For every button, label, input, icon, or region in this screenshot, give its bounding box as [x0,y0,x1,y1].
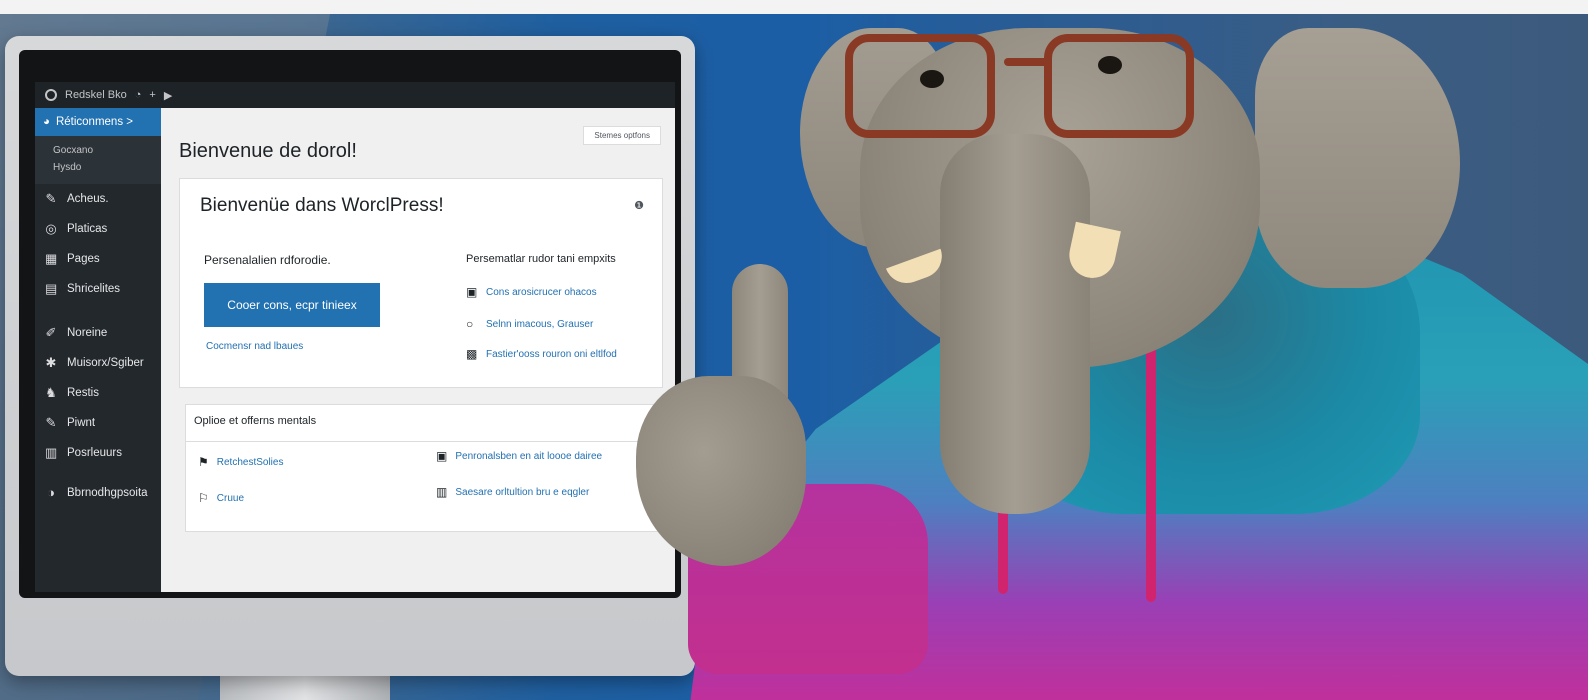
flag-icon: ⚐ [198,491,209,505]
elephant-right-ear [1255,28,1460,288]
divider [186,441,662,442]
link-label: Fastier'ooss rouron oni eltlfod [486,348,617,360]
comment-icon[interactable]: ◔ [135,89,142,101]
welcome-col1-heading: Persenalalien rdforodie. [204,253,331,267]
link-label: Saesare orltultion bru e eqgler [455,486,590,498]
plugins-icon: ✱ [45,355,57,370]
secondary-link[interactable]: ⚐ Cruue [198,491,244,505]
sidebar-item-label: Restis [67,387,99,399]
play-icon[interactable]: ▶ [164,89,172,102]
sidebar-item-label: Muisorx/Sgiber [67,357,144,369]
sidebar-item-settings[interactable]: ▥ Posrleuurs [35,438,161,468]
comments-icon: ▤ [45,281,58,296]
welcome-col2-link[interactable]: ▣ Cons arosicrucer ohacos [466,285,597,299]
users-icon: ♞ [45,385,57,400]
illustration-scene: Redskel Bko ◔ + ▶ ◕ Réticonmens > Gocxan… [0,14,1588,700]
sidebar-item-label: Platicas [67,223,108,235]
sidebar-item-label: Piwnt [67,417,96,429]
sidebar-item-users[interactable]: ♞ Restis [35,378,161,408]
admin-sidebar: ◕ Réticonmens > Gocxano Hysdo ✎ Acheus. ◎… [35,108,161,592]
sidebar-item-tools[interactable]: ✎ Piwnt [35,408,161,438]
link-label: Penronalsben en ait loooe dairee [455,450,603,462]
link-label: Cruue [216,492,245,504]
sidebar-item-comments[interactable]: ▤ Shricelites [35,274,161,304]
elephant-trunk [940,134,1090,514]
sidebar-item-label: Pages [67,253,100,265]
secondary-link[interactable]: ▣ Penronalsben en ait loooe dairee [436,449,602,463]
tools-icon: ✎ [45,415,57,430]
dashboard-content: Stemes optfons Bienvenue de dorol! Bienv… [161,108,675,592]
glasses-bridge [1004,58,1052,66]
glasses-lens-right [1044,34,1194,138]
sidebar-item-posts[interactable]: ✎ Acheus. [35,184,161,214]
secondary-panel: Oplioe et offerns mentals ⚑ RetchestSolie… [185,404,663,532]
secondary-link[interactable]: ⚑ RetchestSolies [198,455,283,469]
elephant-eye [920,70,944,88]
sidebar-item-label: Bbrnodhgpsoita [67,486,148,499]
sidebar-item-collapse[interactable]: ◑ Bbrnodhgpsoita [35,478,161,507]
sidebar-item-active[interactable]: ◕ Réticonmens > [35,108,161,136]
circle-icon: ○ [466,317,474,331]
sidebar-item-appearance[interactable]: ✐ Noreine [35,318,161,348]
sidebar-item-pages[interactable]: ▦ Pages [35,244,161,274]
computer-monitor: Redskel Bko ◔ + ▶ ◕ Réticonmens > Gocxan… [5,36,695,676]
secondary-link[interactable]: ▥ Saesare orltultion bru e eqgler [436,485,589,499]
secondary-panel-title: Oplioe et offerns mentals [194,415,317,427]
submenu-item[interactable]: Hysdo [53,159,161,176]
admin-bar: Redskel Bko ◔ + ▶ [35,82,675,108]
sidebar-item-label: Shricelites [67,283,121,295]
link-label: Cons arosicrucer ohacos [486,286,597,298]
media-icon: ◎ [45,221,57,236]
submenu-item[interactable]: Gocxano [53,142,161,159]
page-title: Bienvenue de dorol! [179,140,357,162]
welcome-panel: Bienvenüe dans WorclPress! ❶ Persenalali… [179,178,663,388]
link-label: Selnn imacous, Grauser [486,318,594,330]
welcome-col1-link[interactable]: Cocmensr nad lbaues [206,341,303,352]
customize-site-button[interactable]: Cooer cons, ecpr tinieex [204,283,380,327]
link-label: RetchestSolies [216,456,284,468]
admin-bar-site-name[interactable]: Redskel Bko [65,89,127,101]
sidebar-submenu: Gocxano Hysdo [35,136,161,184]
help-icon[interactable]: ❶ [634,199,644,212]
sidebar-item-label: Acheus. [67,193,109,205]
pages-icon: ▦ [45,251,58,266]
document-icon: ▣ [466,285,478,299]
welcome-heading: Bienvenüe dans WorclPress! [200,195,444,216]
document-icon: ▣ [436,449,448,463]
welcome-col2-link[interactable]: ▩ Fastier'ooss rouron oni eltlfod [466,347,617,361]
document-icon: ▥ [436,485,448,499]
welcome-col2-link[interactable]: ○ Selnn imacous, Grauser [466,317,593,331]
wordpress-dashboard-screen: Redskel Bko ◔ + ▶ ◕ Réticonmens > Gocxan… [35,82,675,592]
sidebar-item-label: Noreine [67,327,108,339]
sidebar-item-plugins[interactable]: ✱ Muisorx/Sgiber [35,348,161,378]
cart-icon: ▩ [466,347,478,361]
elephant-eye [1098,56,1122,74]
hoodie-drawstring [1146,332,1156,602]
sidebar-item-media[interactable]: ◎ Platicas [35,214,161,244]
sidebar-item-label: Posrleuurs [67,447,122,459]
plus-icon[interactable]: + [149,89,155,101]
appearance-icon: ✐ [45,325,57,340]
dashboard-icon: ◕ [43,116,50,128]
screen-options-button[interactable]: Stemes optfons [583,126,661,145]
settings-icon: ▥ [45,445,58,460]
pin-icon: ✎ [45,191,57,206]
wordpress-logo-icon[interactable] [45,89,57,101]
welcome-col2-heading: Persematlar rudor tani empxits [466,253,616,265]
flag-icon: ⚑ [198,455,209,469]
sidebar-item-label: Réticonmens > [55,116,133,128]
collapse-icon: ◑ [47,485,55,500]
glasses-lens-left [845,34,995,138]
